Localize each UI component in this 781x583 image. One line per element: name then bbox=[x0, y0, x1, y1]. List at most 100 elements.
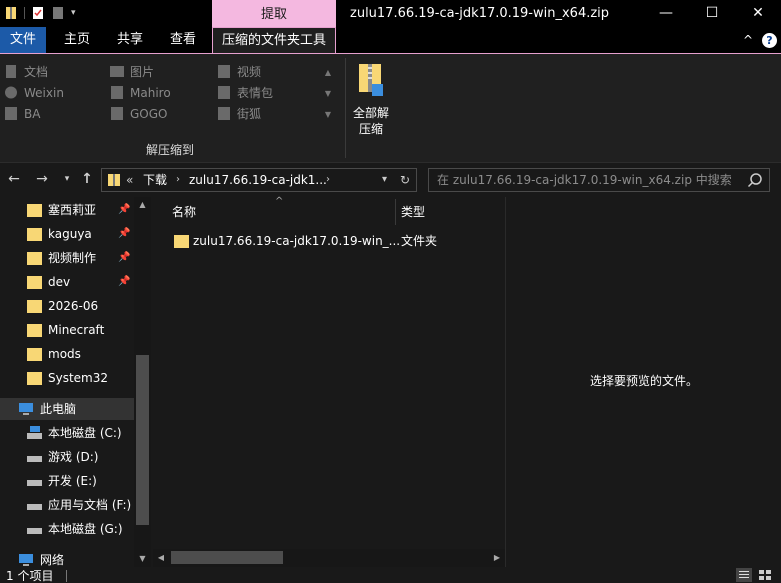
breadcrumb-overflow[interactable]: « bbox=[126, 169, 133, 191]
details-view-icon[interactable] bbox=[736, 568, 752, 582]
nav-item-drive[interactable]: 本地磁盘 (C:) bbox=[0, 422, 134, 444]
tab-file[interactable]: 文件 bbox=[0, 27, 46, 53]
extract-all-label-line1: 全部解 bbox=[352, 106, 389, 120]
forward-icon[interactable]: → bbox=[34, 171, 50, 187]
new-folder-icon[interactable] bbox=[51, 6, 65, 20]
chevron-right-icon[interactable]: › bbox=[326, 169, 330, 191]
scrollbar-thumb[interactable] bbox=[171, 551, 283, 564]
address-dropdown-icon[interactable]: ▾ bbox=[382, 169, 387, 191]
window-title: zulu17.66.19-ca-jdk17.0.19-win_x64.zip bbox=[350, 6, 610, 21]
pin-icon[interactable]: 📌 bbox=[118, 203, 130, 217]
pin-icon[interactable]: 📌 bbox=[118, 227, 130, 241]
extract-target-jiehu[interactable]: 街狐 bbox=[215, 104, 261, 124]
nav-item-drive[interactable]: 应用与文档 (F:) bbox=[0, 494, 134, 516]
extract-target-label: 视频 bbox=[237, 65, 262, 79]
pin-icon[interactable]: 📌 bbox=[118, 251, 130, 265]
computer-icon bbox=[19, 403, 33, 415]
file-list-horizontal-scrollbar[interactable]: ◀ ▶ bbox=[153, 549, 505, 567]
up-icon[interactable]: ↑ bbox=[79, 171, 95, 187]
column-header-type[interactable]: 类型 bbox=[401, 197, 425, 227]
gallery-scroll-up-icon[interactable]: ▲ bbox=[322, 62, 334, 83]
recent-locations-icon[interactable]: ▾ bbox=[59, 171, 75, 187]
pin-icon[interactable]: 📌 bbox=[118, 275, 130, 289]
search-icon[interactable] bbox=[747, 172, 763, 188]
nav-item-quick-access[interactable]: 视频制作 📌 bbox=[0, 247, 134, 269]
drive-icon bbox=[27, 504, 42, 510]
extract-all-button[interactable]: 全部解 压缩 bbox=[348, 60, 394, 140]
extract-target-mahiro[interactable]: Mahiro bbox=[108, 83, 171, 103]
scrollbar-thumb[interactable] bbox=[136, 355, 149, 525]
column-divider[interactable] bbox=[395, 199, 396, 225]
help-icon[interactable]: ? bbox=[762, 33, 777, 48]
folder-icon bbox=[27, 300, 42, 313]
folder-icon bbox=[27, 372, 42, 385]
weixin-icon bbox=[5, 86, 17, 99]
tab-home[interactable]: 主页 bbox=[54, 27, 100, 53]
file-list: ^ 名称 类型 zulu17.66.19-ca-jdk17.0.19-win_.… bbox=[153, 196, 505, 567]
extract-target-pictures[interactable]: 图片 bbox=[108, 62, 154, 82]
customize-toolbar-dropdown-icon[interactable]: ▾ bbox=[71, 8, 76, 18]
properties-icon[interactable] bbox=[31, 6, 45, 20]
tab-compressed-folder-tools[interactable]: 压缩的文件夹工具 bbox=[212, 27, 336, 54]
nav-item-label: 应用与文档 (F:) bbox=[48, 498, 132, 512]
extract-target-label: 表情包 bbox=[237, 86, 274, 100]
extract-target-weixin[interactable]: Weixin bbox=[2, 83, 64, 103]
column-header-name[interactable]: 名称 bbox=[172, 197, 196, 227]
chevron-right-icon[interactable]: › bbox=[176, 169, 180, 191]
ribbon: 文档 图片 视频 Weixin Mahiro 表情包 BA GOGO 街狐 ▲ … bbox=[0, 53, 781, 163]
minimize-button[interactable]: — bbox=[643, 0, 689, 27]
extract-target-gogo[interactable]: GOGO bbox=[108, 104, 168, 124]
scroll-right-icon[interactable]: ▶ bbox=[489, 549, 505, 567]
folder-zip-icon[interactable] bbox=[4, 6, 18, 20]
nav-item-drive[interactable]: 本地磁盘 (G:) bbox=[0, 518, 134, 540]
nav-item-drive[interactable]: 开发 (E:) bbox=[0, 470, 134, 492]
extract-target-ba[interactable]: BA bbox=[2, 104, 40, 124]
extract-target-label: 街狐 bbox=[237, 107, 262, 121]
scroll-up-icon[interactable]: ▲ bbox=[134, 197, 151, 213]
folder-icon bbox=[27, 348, 42, 361]
scroll-down-icon[interactable]: ▼ bbox=[134, 551, 151, 567]
nav-item-quick-access[interactable]: 塞西莉亚 📌 bbox=[0, 199, 134, 221]
breadcrumb-downloads[interactable]: 下载 bbox=[143, 169, 167, 191]
nav-item-quick-access[interactable]: Minecraft bbox=[0, 319, 134, 341]
status-divider bbox=[66, 570, 67, 582]
extract-target-stickers[interactable]: 表情包 bbox=[215, 83, 273, 103]
folder-icon bbox=[218, 107, 230, 120]
extract-target-videos[interactable]: 视频 bbox=[215, 62, 261, 82]
nav-item-quick-access[interactable]: mods bbox=[0, 343, 134, 365]
folder-icon bbox=[5, 107, 17, 120]
nav-item-drive[interactable]: 游戏 (D:) bbox=[0, 446, 134, 468]
nav-item-label: dev bbox=[48, 275, 71, 289]
extract-target-label: 图片 bbox=[130, 65, 155, 79]
address-bar[interactable]: « 下载 › zulu17.66.19-ca-jdk1... › ▾ ↻ bbox=[101, 168, 417, 192]
extract-target-documents[interactable]: 文档 bbox=[2, 62, 48, 82]
close-button[interactable]: ✕ bbox=[735, 0, 781, 27]
preview-message: 选择要预览的文件。 bbox=[589, 374, 698, 388]
maximize-button[interactable]: ☐ bbox=[689, 0, 735, 27]
navigation-pane-scrollbar[interactable]: ▲ ▼ bbox=[134, 197, 151, 567]
nav-item-label: 游戏 (D:) bbox=[48, 450, 99, 464]
extract-all-icon bbox=[359, 64, 383, 96]
nav-item-this-pc[interactable]: 此电脑 bbox=[0, 398, 134, 420]
breadcrumb-zip[interactable]: zulu17.66.19-ca-jdk1... bbox=[189, 169, 327, 191]
search-box[interactable]: 在 zulu17.66.19-ca-jdk17.0.19-win_x64.zip… bbox=[428, 168, 770, 192]
context-tab-header: 提取 bbox=[212, 0, 336, 27]
nav-item-quick-access[interactable]: kaguya 📌 bbox=[0, 223, 134, 245]
large-icons-view-icon[interactable] bbox=[757, 568, 773, 582]
gallery-expand-icon[interactable]: ▼ bbox=[322, 104, 334, 125]
table-row[interactable]: zulu17.66.19-ca-jdk17.0.19-win_... 文件夹 bbox=[153, 230, 505, 252]
sort-ascending-icon: ^ bbox=[275, 196, 284, 207]
collapse-ribbon-icon[interactable]: ^ bbox=[741, 27, 755, 53]
back-icon[interactable]: ← bbox=[6, 171, 22, 187]
nav-item-quick-access[interactable]: dev 📌 bbox=[0, 271, 134, 293]
nav-item-quick-access[interactable]: 2026-06 bbox=[0, 295, 134, 317]
tab-view[interactable]: 查看 bbox=[160, 27, 206, 53]
refresh-icon[interactable]: ↻ bbox=[400, 169, 410, 191]
nav-item-quick-access[interactable]: System32 bbox=[0, 367, 134, 389]
folder-icon bbox=[218, 86, 230, 99]
ribbon-tabs: 文件 主页 共享 查看 压缩的文件夹工具 ^ ? bbox=[0, 27, 781, 54]
gallery-scroll-down-icon[interactable]: ▼ bbox=[322, 83, 334, 104]
nav-item-label: 此电脑 bbox=[40, 402, 77, 416]
tab-share[interactable]: 共享 bbox=[107, 27, 153, 53]
scroll-left-icon[interactable]: ◀ bbox=[153, 549, 169, 567]
